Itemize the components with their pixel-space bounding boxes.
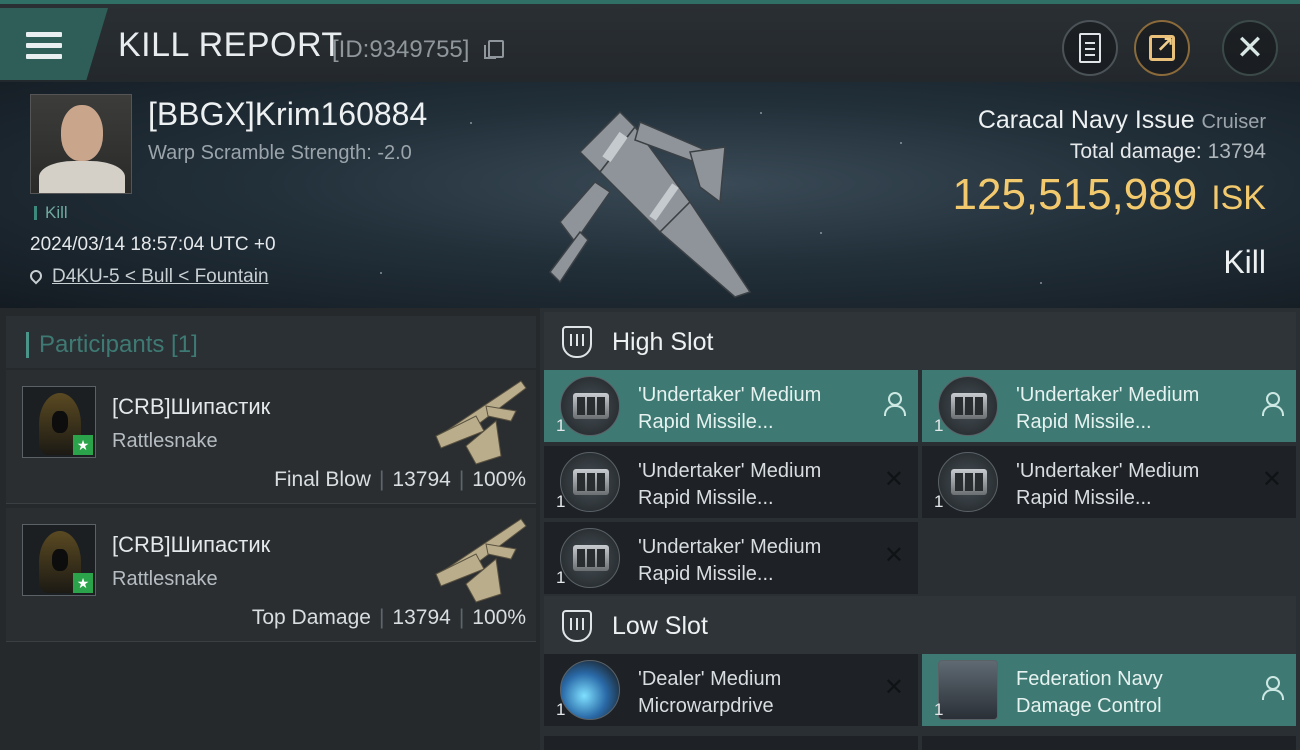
star-badge-icon: ★	[73, 573, 93, 593]
participant-percent: 100%	[472, 606, 526, 629]
participant-stats: Final Blow | 13794 | 100%	[274, 468, 526, 491]
warp-scramble-strength: Warp Scramble Strength: -2.0	[148, 142, 412, 164]
fitting-slot[interactable]: 1 Federation Navy Damage Control	[922, 654, 1296, 726]
participant-stats: Top Damage | 13794 | 100%	[251, 606, 526, 629]
page-title: KILL REPORT	[118, 26, 343, 64]
slot-name: Federation Navy Damage Control	[1016, 668, 1163, 717]
slot-quantity: 1	[556, 568, 566, 587]
participant-role: Top Damage	[251, 606, 371, 629]
ship-class: Cruiser	[1201, 111, 1266, 133]
total-damage-value: 13794	[1207, 140, 1266, 163]
fitting-slot[interactable]: 1 'Undertaker' Medium Rapid Missile... ✕	[544, 522, 918, 594]
slot-quantity: 1	[934, 700, 944, 719]
header-bar: KILL REPORT [ID:9349755] ✕	[0, 0, 1300, 82]
slot-name: 'Undertaker' Medium Rapid Missile...	[638, 384, 822, 433]
menu-button[interactable]	[0, 8, 108, 80]
isk-value: 125,515,989 ISK	[953, 170, 1267, 220]
slot-quantity: 1	[934, 492, 944, 511]
participant-name: [CRB]Шипастик	[112, 394, 271, 419]
low-slot-header: Low Slot	[544, 596, 1296, 654]
slot-quantity: 1	[556, 492, 566, 511]
dropped-person-icon	[1260, 676, 1284, 700]
missile-launcher-icon	[560, 452, 620, 512]
high-slot-label: High Slot	[612, 328, 714, 356]
fitting-slot-partial[interactable]	[544, 736, 918, 750]
close-icon: ✕	[1235, 28, 1265, 68]
fitting-slot[interactable]: 1 'Undertaker' Medium Rapid Missile... ✕	[922, 446, 1296, 518]
star-badge-icon: ★	[73, 435, 93, 455]
participant-row[interactable]: ★ [CRB]Шипастик Rattlesnake Final Blow | 1…	[6, 370, 536, 504]
participant-avatar[interactable]: ★	[22, 524, 96, 596]
missile-launcher-icon	[938, 376, 998, 436]
participant-role: Final Blow	[274, 468, 371, 491]
microwarpdrive-icon	[560, 660, 620, 720]
victim-ship-image[interactable]	[540, 92, 770, 302]
participants-header: Participants [1]	[6, 316, 536, 368]
participant-ship: Rattlesnake	[112, 430, 218, 452]
damage-control-icon	[938, 660, 998, 720]
copy-icon[interactable]	[484, 40, 504, 59]
kill-tag: Kill	[34, 204, 68, 221]
slot-quantity: 1	[556, 700, 566, 719]
slot-name: 'Dealer' Medium Microwarpdrive	[638, 668, 782, 717]
menu-icon	[26, 32, 62, 60]
participant-percent: 100%	[472, 468, 526, 491]
slot-name: 'Undertaker' Medium Rapid Missile...	[638, 460, 822, 509]
share-icon	[1149, 32, 1175, 61]
location-link[interactable]: D4KU-5 < Bull < Fountain	[52, 266, 269, 287]
fitting-slot-partial[interactable]	[922, 736, 1296, 750]
missile-launcher-icon	[560, 528, 620, 588]
kill-location[interactable]: D4KU-5 < Bull < Fountain	[27, 266, 269, 288]
victim-banner: [BBGX]Krim160884 Warp Scramble Strength:…	[0, 82, 1300, 308]
participant-ship-image	[435, 518, 527, 603]
destroyed-x-icon: ✕	[883, 542, 904, 569]
victim-ship[interactable]: Caracal Navy Issue Cruiser	[978, 106, 1266, 135]
participants-title: Participants [1]	[26, 332, 198, 358]
participants-panel: Participants [1] ★ [CRB]Шипастик Rattles…	[0, 308, 540, 750]
participant-ship: Rattlesnake	[112, 568, 218, 590]
destroyed-x-icon: ✕	[1261, 466, 1282, 493]
isk-unit: ISK	[1211, 179, 1266, 217]
ship-name: Caracal Navy Issue	[977, 106, 1195, 134]
high-slot-icon	[562, 326, 592, 358]
slot-name: 'Undertaker' Medium Rapid Missile...	[1016, 460, 1200, 509]
participant-damage: 13794	[392, 606, 451, 629]
participant-row[interactable]: ★ [CRB]Шипастик Rattlesnake Top Damage | 1…	[6, 508, 536, 642]
missile-launcher-icon	[560, 376, 620, 436]
slot-quantity: 1	[556, 416, 566, 435]
fitting-slot[interactable]: 1 'Undertaker' Medium Rapid Missile...	[922, 370, 1296, 442]
slot-name: 'Undertaker' Medium Rapid Missile...	[1016, 384, 1200, 433]
victim-name[interactable]: [BBGX]Krim160884	[148, 96, 427, 133]
fitting-slot[interactable]: 1 'Dealer' Medium Microwarpdrive ✕	[544, 654, 918, 726]
close-button[interactable]: ✕	[1222, 20, 1278, 76]
kill-result: Kill	[1223, 244, 1266, 280]
share-button[interactable]	[1134, 20, 1190, 76]
participant-ship-image	[435, 380, 527, 465]
clipboard-icon	[1079, 33, 1101, 63]
missile-launcher-icon	[938, 452, 998, 512]
participant-name: [CRB]Шипастик	[112, 532, 271, 557]
fitting-slot[interactable]: 1 'Undertaker' Medium Rapid Missile... ✕	[544, 446, 918, 518]
low-slot-icon	[562, 610, 592, 642]
low-slot-label: Low Slot	[612, 612, 708, 640]
isk-amount: 125,515,989	[952, 170, 1198, 219]
dropped-person-icon	[1260, 392, 1284, 416]
participant-damage: 13794	[392, 468, 451, 491]
destroyed-x-icon: ✕	[883, 466, 904, 493]
location-pin-icon	[27, 267, 45, 285]
report-id: [ID:9349755]	[332, 36, 470, 63]
slot-quantity: 1	[934, 416, 944, 435]
participant-avatar[interactable]: ★	[22, 386, 96, 458]
destroyed-x-icon: ✕	[883, 674, 904, 701]
total-damage-label: Total damage:	[1069, 140, 1202, 163]
slot-name: 'Undertaker' Medium Rapid Missile...	[638, 536, 822, 585]
fitting-slot[interactable]: 1 'Undertaker' Medium Rapid Missile...	[544, 370, 918, 442]
fittings-panel: High Slot 1 'Undertaker' Medium Rapid Mis…	[540, 308, 1300, 750]
kill-datetime: 2024/03/14 18:57:04 UTC +0	[30, 234, 276, 255]
high-slot-header: High Slot	[544, 312, 1296, 370]
victim-portrait[interactable]	[30, 94, 132, 194]
clipboard-button[interactable]	[1062, 20, 1118, 76]
total-damage: Total damage: 13794	[1070, 140, 1266, 164]
dropped-person-icon	[882, 392, 906, 416]
